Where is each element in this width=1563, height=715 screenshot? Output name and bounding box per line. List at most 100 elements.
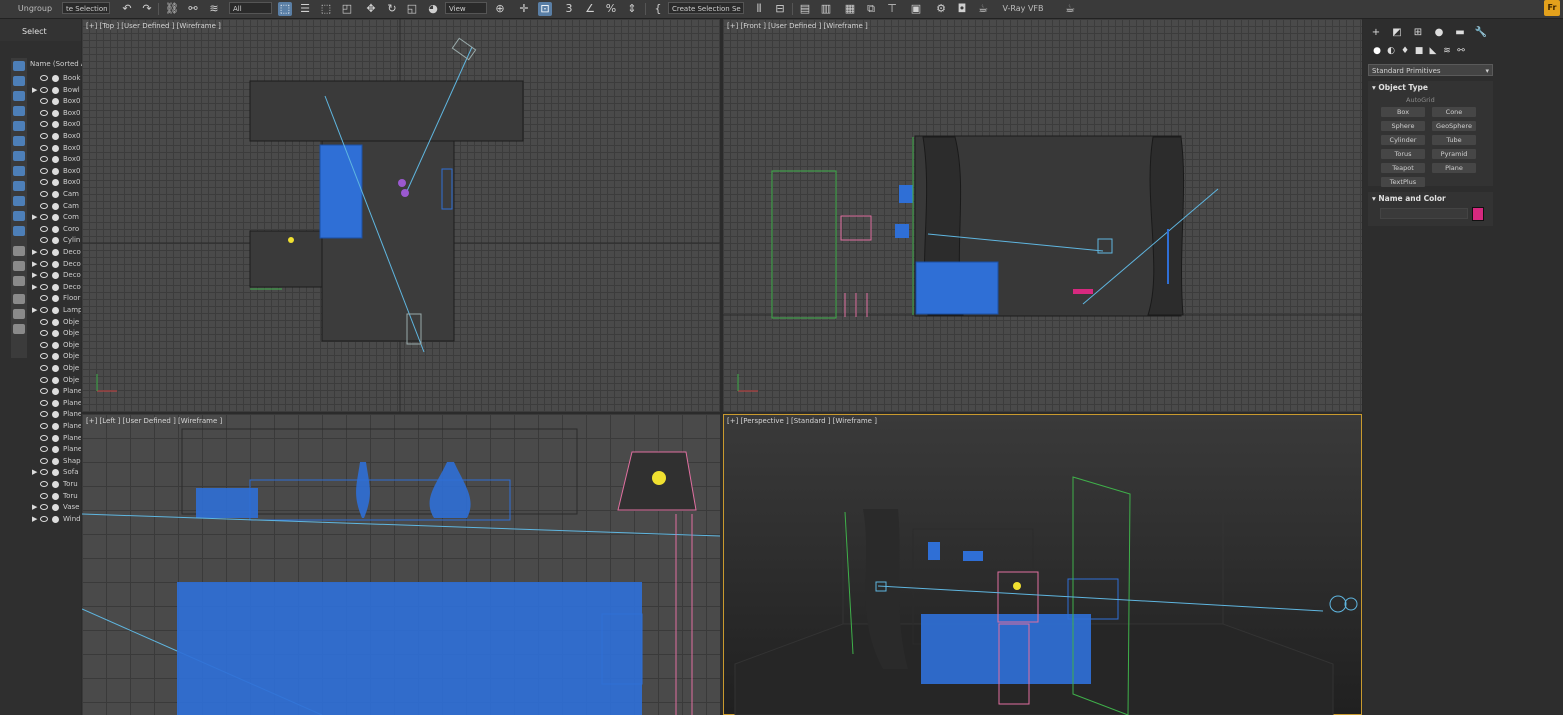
- visibility-eye-icon[interactable]: [40, 121, 48, 128]
- render-toggle-icon[interactable]: [52, 214, 59, 222]
- visibility-eye-icon[interactable]: [40, 272, 48, 279]
- list-item[interactable]: Plane: [30, 433, 81, 444]
- select-object-icon[interactable]: ⬚: [278, 2, 292, 16]
- render-toggle-icon[interactable]: [52, 365, 59, 372]
- render-toggle-icon[interactable]: [52, 272, 59, 280]
- list-item[interactable]: Box0: [30, 166, 81, 177]
- snaps-toggle-icon[interactable]: 3: [562, 2, 576, 16]
- render-toggle-icon[interactable]: [52, 121, 59, 129]
- plane-button[interactable]: Plane: [1432, 163, 1476, 173]
- visibility-eye-icon[interactable]: [40, 446, 48, 453]
- visibility-eye-icon[interactable]: [40, 376, 48, 383]
- rectangular-selection-icon[interactable]: ⬚: [319, 2, 333, 16]
- visibility-eye-icon[interactable]: [40, 98, 48, 105]
- render-toggle-icon[interactable]: [52, 434, 59, 442]
- visibility-eye-icon[interactable]: [40, 133, 48, 139]
- render-toggle-icon[interactable]: [52, 167, 59, 175]
- bind-spacewarp-icon[interactable]: ≋: [207, 2, 221, 16]
- teapot-button[interactable]: Teapot: [1381, 163, 1425, 173]
- visibility-eye-icon[interactable]: [40, 86, 48, 93]
- expand-arrow-icon[interactable]: ▶: [32, 270, 37, 281]
- sphere-button[interactable]: Sphere: [1381, 121, 1425, 131]
- name-and-color-title[interactable]: ▾ Name and Color: [1372, 194, 1446, 203]
- list-item[interactable]: Obje: [30, 328, 81, 339]
- display-frozen-icon[interactable]: [13, 211, 25, 221]
- list-item[interactable]: Box0: [30, 119, 81, 130]
- render-toggle-icon[interactable]: [52, 399, 59, 407]
- rotate-icon[interactable]: ↻: [385, 2, 399, 16]
- redo-icon[interactable]: ↷: [140, 2, 154, 16]
- list-item[interactable]: Box0: [30, 108, 81, 119]
- list-item[interactable]: ▶ Bowl: [30, 85, 81, 96]
- render-toggle-icon[interactable]: [52, 295, 59, 303]
- visibility-eye-icon[interactable]: [40, 388, 48, 395]
- cone-button[interactable]: Cone: [1432, 107, 1476, 117]
- shapes-category-icon[interactable]: ◐: [1385, 46, 1397, 57]
- display-shapes-icon[interactable]: [13, 76, 25, 86]
- viewport-front[interactable]: [+] [Front ] [User Defined ] [Wireframe …: [723, 19, 1362, 412]
- display-bones-icon[interactable]: [13, 181, 25, 191]
- expand-arrow-icon[interactable]: ▶: [32, 282, 37, 293]
- utilities-tab-icon[interactable]: 🔧: [1474, 27, 1488, 39]
- viewport-top[interactable]: [+] [Top ] [User Defined ] [Wireframe ]: [82, 19, 720, 412]
- render-toggle-icon[interactable]: [52, 237, 59, 245]
- list-item[interactable]: Box0: [30, 143, 81, 154]
- visibility-eye-icon[interactable]: [40, 156, 48, 163]
- render-toggle-icon[interactable]: [52, 446, 59, 454]
- visibility-eye-icon[interactable]: [40, 481, 48, 487]
- list-item[interactable]: Obje: [30, 351, 81, 362]
- scale-icon[interactable]: ◱: [405, 2, 419, 16]
- expand-arrow-icon[interactable]: ▶: [32, 502, 37, 513]
- object-color-swatch[interactable]: [1472, 207, 1484, 221]
- visibility-eye-icon[interactable]: [40, 214, 48, 221]
- select-manipulate-icon[interactable]: ✛: [517, 2, 531, 16]
- render-toggle-icon[interactable]: [52, 202, 59, 210]
- render-toggle-icon[interactable]: [52, 330, 59, 338]
- unlink-icon[interactable]: ⚯: [186, 2, 200, 16]
- render-production-icon[interactable]: ☕: [976, 2, 990, 16]
- list-item[interactable]: ▶ Vase: [30, 502, 81, 513]
- list-item[interactable]: ▶ Deco: [30, 247, 81, 258]
- undo-icon[interactable]: ↶: [120, 2, 134, 16]
- visibility-eye-icon[interactable]: [40, 504, 48, 511]
- display-cameras-icon[interactable]: [13, 106, 25, 116]
- render-toggle-icon[interactable]: [52, 423, 59, 430]
- visibility-eye-icon[interactable]: [40, 191, 48, 197]
- list-item[interactable]: Floor: [30, 293, 81, 304]
- render-toggle-icon[interactable]: [52, 353, 59, 361]
- render-toggle-icon[interactable]: [52, 225, 59, 233]
- visibility-eye-icon[interactable]: [40, 330, 48, 337]
- visibility-eye-icon[interactable]: [40, 75, 48, 81]
- list-item[interactable]: Plane: [30, 421, 81, 432]
- list-item[interactable]: Plane: [30, 398, 81, 409]
- visibility-eye-icon[interactable]: [40, 144, 48, 151]
- invert-display-icon[interactable]: [13, 276, 25, 286]
- primitive-category-dropdown[interactable]: Standard Primitives ▾: [1368, 64, 1493, 76]
- schematic-view-icon[interactable]: ⊤: [885, 2, 899, 16]
- display-all-icon[interactable]: [13, 246, 25, 256]
- render-toggle-icon[interactable]: [52, 492, 59, 500]
- viewport-left[interactable]: [+] [Left ] [User Defined ] [Wireframe ]: [82, 414, 720, 715]
- list-item[interactable]: Obje: [30, 317, 81, 328]
- percent-snap-icon[interactable]: %: [604, 2, 618, 16]
- render-setup-icon[interactable]: ⚙: [934, 2, 948, 16]
- lights-category-icon[interactable]: ♦: [1399, 46, 1411, 57]
- forest-pack-icon[interactable]: Fr: [1544, 0, 1560, 16]
- pyramid-button[interactable]: Pyramid: [1432, 149, 1476, 159]
- render-toggle-icon[interactable]: [52, 109, 59, 117]
- visibility-eye-icon[interactable]: [40, 109, 48, 116]
- list-item[interactable]: Plane: [30, 444, 81, 455]
- list-item[interactable]: Plane: [30, 386, 81, 397]
- ribbon-toggle-icon[interactable]: ▦: [843, 2, 857, 16]
- link-icon[interactable]: ⛓: [165, 2, 179, 16]
- layer-explorer-icon[interactable]: ▥: [819, 2, 833, 16]
- display-none-icon[interactable]: [13, 261, 25, 271]
- list-item[interactable]: ▶ Deco: [30, 270, 81, 281]
- object-type-title[interactable]: ▾ Object Type: [1372, 83, 1428, 92]
- curve-editor-icon[interactable]: ⧉: [864, 2, 878, 16]
- visibility-eye-icon[interactable]: [40, 411, 48, 418]
- render-toggle-icon[interactable]: [52, 98, 59, 106]
- list-item[interactable]: Cam: [30, 201, 81, 212]
- render-toggle-icon[interactable]: [52, 75, 59, 82]
- render-toggle-icon[interactable]: [52, 86, 59, 94]
